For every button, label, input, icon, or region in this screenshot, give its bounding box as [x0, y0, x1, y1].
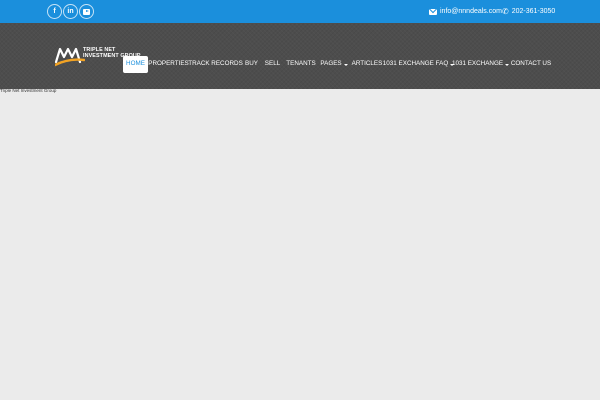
nav-label: PROPERTIES	[148, 60, 189, 68]
phone-text: 202-361-3050	[511, 8, 556, 15]
nav-label: 1031 EXCHANGE	[451, 60, 504, 68]
nav-item-tenants[interactable]: TENANTS	[286, 56, 316, 73]
site-header: TRIPLE NET INVESTMENT GROUP HOME PROPERT…	[0, 23, 600, 89]
caret-down-icon	[505, 63, 510, 66]
nav-label: CONTACT US	[510, 60, 552, 68]
nav-item-track-records[interactable]: TRACK RECORDS	[188, 56, 243, 73]
nav-item-sell[interactable]: SELL	[264, 56, 281, 73]
caret-down-icon	[343, 63, 348, 66]
nav-label: ARTICLES	[351, 60, 383, 68]
nav-label: SELL	[264, 60, 281, 68]
nav-item-home[interactable]: HOME	[123, 56, 148, 73]
nav-item-properties[interactable]: PROPERTIES	[148, 56, 189, 73]
nav-item-1031-exchange-faq[interactable]: 1031 EXCHANGE FAQ	[383, 56, 455, 73]
email-text: info@nnndeals.com	[440, 8, 502, 15]
nav-label: TENANTS	[286, 60, 316, 68]
nav-item-articles[interactable]: ARTICLES	[351, 56, 383, 73]
email-link[interactable]: info@nnndeals.com	[429, 6, 502, 17]
nav-label: 1031 EXCHANGE FAQ	[382, 60, 449, 68]
nav-label: BUY	[245, 60, 258, 68]
nav-item-1031-exchange[interactable]: 1031 EXCHANGE	[451, 56, 510, 73]
linkedin-icon[interactable]: in	[63, 4, 78, 19]
nav-item-pages[interactable]: PAGES	[320, 56, 348, 73]
envelope-icon	[429, 8, 437, 15]
nav-label: HOME	[126, 60, 145, 68]
youtube-icon[interactable]	[79, 4, 94, 19]
facebook-icon[interactable]: f	[47, 4, 62, 19]
youtube-play-icon	[83, 8, 90, 15]
page-title-text: Triple Net Investment Group	[0, 88, 57, 93]
phone-icon: ✆	[502, 6, 509, 16]
top-bar: f in info@nnndeals.com ✆ 202-361-3050	[0, 0, 600, 23]
nav-item-contact-us[interactable]: CONTACT US	[511, 56, 551, 73]
phone-link[interactable]: ✆ 202-361-3050	[502, 6, 555, 17]
logo-mark-icon	[55, 47, 85, 67]
nav-label: PAGES	[320, 60, 342, 68]
nav-item-buy[interactable]: BUY	[244, 56, 259, 73]
nav-label: TRACK RECORDS	[188, 60, 243, 68]
